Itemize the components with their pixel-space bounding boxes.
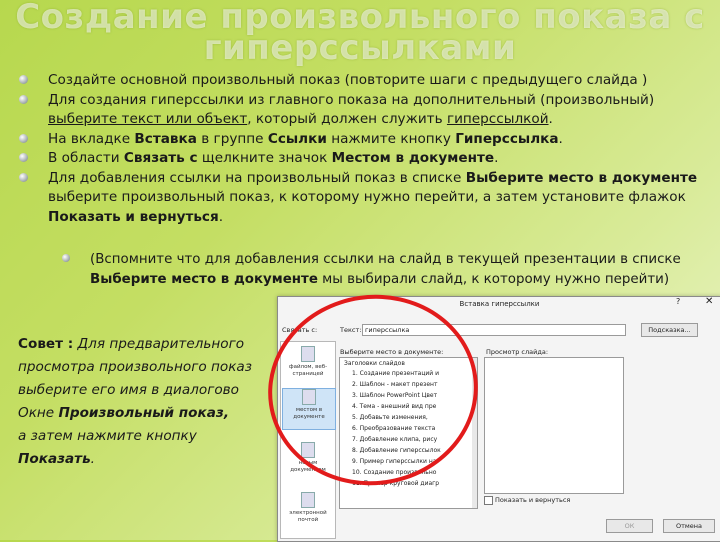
bullet-text: .	[548, 111, 553, 127]
link-to-email-item[interactable]: электронной почтой	[282, 492, 334, 524]
show-and-return-checkbox[interactable]	[484, 496, 493, 505]
bullet-text-underlined: выберите текст или объект	[48, 111, 248, 127]
bullet-text-underlined: гиперссылкой	[446, 111, 549, 127]
cancel-button[interactable]: Отмена	[663, 519, 715, 533]
bullet-text-bold: Связать с	[123, 150, 198, 166]
slide-preview-label: Просмотр слайда:	[486, 348, 549, 356]
bullet-text: Для создания гиперссылки из главного пок…	[48, 91, 655, 108]
close-button[interactable]: ✕	[705, 296, 713, 307]
bullet-text: На вкладке	[48, 130, 135, 147]
slide-preview-area	[484, 357, 624, 494]
bullet-text-bold: Местом в документе	[331, 150, 495, 166]
tip-line: просмотра произвольного показ	[18, 356, 283, 379]
help-button[interactable]: ?	[676, 297, 680, 306]
tip-text: .	[90, 451, 95, 467]
slide-title: Создание произвольного показа с гиперссы…	[0, 0, 720, 68]
sub-bullet-text-part: (Вспомните что для добавления ссылки на …	[90, 252, 681, 267]
tip-text: Для предварительного	[73, 336, 245, 352]
bullet-item: Для создания гиперссылки из главного пок…	[16, 91, 706, 130]
bullet-text: Создайте основной произвольный показ (по…	[48, 72, 648, 88]
tip-block: Совет : Для предварительного просмотра п…	[18, 333, 283, 471]
bullet-icon	[19, 153, 28, 162]
sub-bullet-icon	[62, 254, 70, 262]
tip-text-bold: Показать	[18, 451, 91, 467]
bullet-text: щелкните значок	[197, 150, 332, 166]
tip-line: выберите его имя в диалогово	[18, 379, 283, 402]
bullet-text-bold: Гиперссылка	[455, 130, 559, 147]
bullet-text: выберите произвольный показ, к которому …	[48, 189, 686, 205]
bullet-text: В области	[48, 150, 124, 166]
tip-line: Окне Произвольный показ,	[18, 402, 283, 425]
bullet-text: , который должен служить	[247, 111, 447, 127]
tip-text: просмотра произвольного показ	[18, 359, 252, 375]
bullet-text: .	[494, 150, 499, 166]
bullet-list: Создайте основной произвольный показ (по…	[16, 71, 706, 227]
tip-line: а затем нажмите кнопку	[18, 425, 283, 448]
bullet-item: Создайте основной произвольный показ (по…	[16, 71, 706, 91]
tip-line: Показать.	[18, 448, 283, 471]
tip-text: Окне	[18, 405, 59, 421]
bullet-text-bold: Показать и вернуться	[48, 208, 219, 225]
ok-button[interactable]: ОК	[606, 519, 653, 533]
bullet-item: Для добавления ссылки на произвольный по…	[16, 169, 706, 228]
hint-button[interactable]: Подсказка...	[641, 323, 698, 337]
bullet-icon	[19, 94, 28, 104]
bullet-text-bold: Выберите место в документе	[465, 169, 698, 186]
tip-label: Совет :	[18, 336, 74, 352]
bullet-text-bold: Ссылки	[267, 130, 327, 147]
sub-bullet-text-bold: Выберите место в документе	[90, 271, 318, 287]
tip-text-bold: Произвольный показ,	[58, 405, 229, 421]
sub-bullet-item: (Вспомните что для добавления ссылки на …	[60, 250, 700, 289]
bullet-text: Для добавления ссылки на произвольный по…	[48, 169, 466, 186]
bullet-text: .	[218, 208, 224, 225]
email-icon	[301, 492, 315, 508]
sub-bullet-text-part: мы выбирали слайд, к которому нужно пере…	[317, 271, 670, 287]
bullet-icon	[19, 172, 28, 182]
bullet-text-bold: Вставка	[134, 130, 197, 147]
show-and-return-label: Показать и вернуться	[495, 496, 571, 504]
slide-title-line-2: гиперссылками	[203, 28, 517, 68]
sub-bullet-text: (Вспомните что для добавления ссылки на …	[60, 250, 700, 289]
bullet-icon	[19, 133, 28, 143]
tip-text: выберите его имя в диалогово	[18, 382, 239, 398]
link-to-email-label: электронной почтой	[289, 510, 327, 523]
bullet-text: .	[558, 130, 563, 147]
tip-text: а затем нажмите кнопку	[18, 428, 197, 444]
bullet-item: На вкладке Вставка в группе Ссылки нажми…	[16, 130, 706, 150]
tip-line: Совет : Для предварительного	[18, 333, 283, 356]
bullet-text: нажмите кнопку	[326, 130, 456, 147]
bullet-text: в группе	[196, 130, 268, 147]
bullet-item: В области Связать с щелкните значок Мест…	[16, 149, 706, 169]
bullet-icon	[19, 75, 28, 84]
